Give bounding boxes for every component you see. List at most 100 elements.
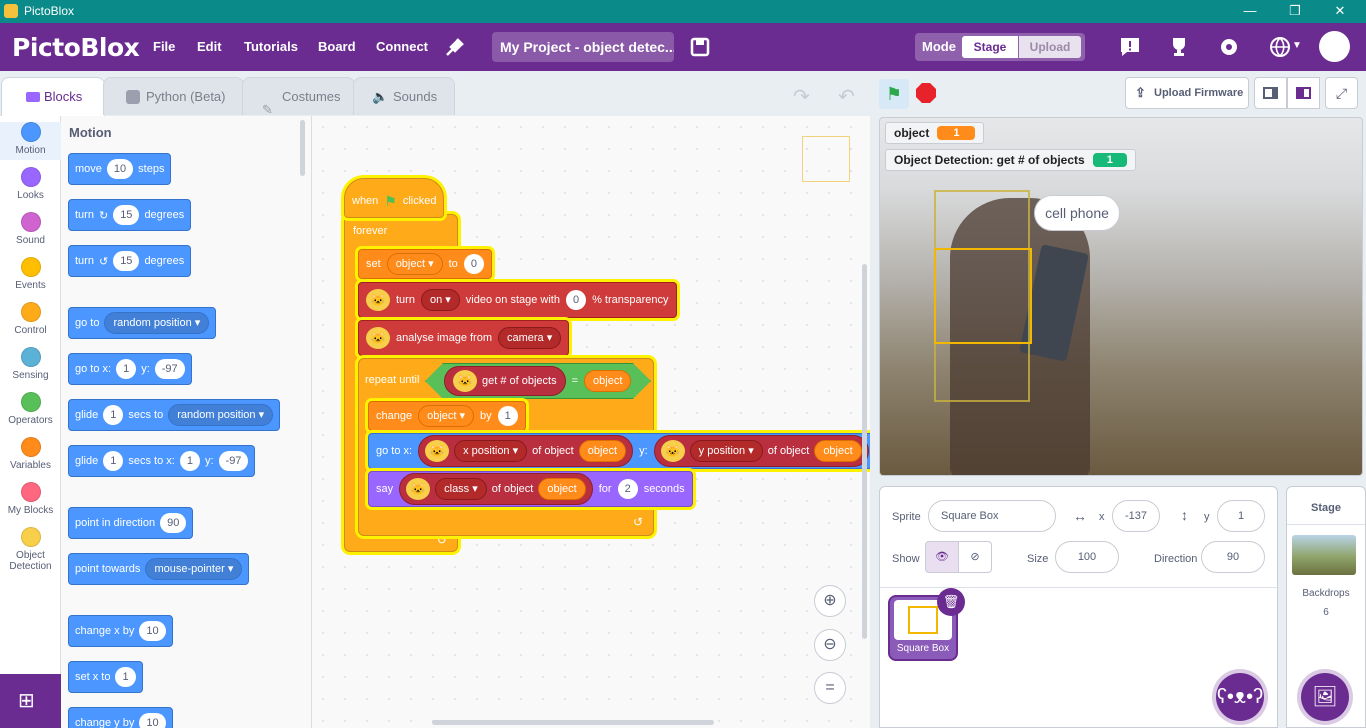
script-horizontal-scrollbar[interactable] [432,720,714,725]
category-events[interactable]: Events [0,257,61,291]
category-motion[interactable]: Motion [0,122,61,160]
sprite-name-input[interactable]: Square Box [928,500,1056,532]
menu-file[interactable]: File [153,39,175,54]
category-looks[interactable]: Looks [0,167,61,201]
category-color-dot [20,122,41,142]
category-label: Variables [10,460,51,471]
tab-sounds[interactable]: 🔈 Sounds [353,77,455,115]
small-stage-button[interactable] [1254,77,1287,109]
normal-stage-button[interactable] [1287,77,1320,109]
object-detection-icon: 🐱 [366,289,390,311]
zoom-out-button[interactable]: ⊖ [814,629,846,661]
bear-icon: ʕ•ᴥ•ʔ [1216,686,1264,708]
undo-icon[interactable]: ↶ [838,84,855,109]
window-title: PictoBlox [24,4,75,18]
block-go-to-xy[interactable]: go to x: 1 y: -97 [68,353,192,385]
project-name-field[interactable]: My Project - object detec... [492,32,674,62]
menu-board[interactable]: Board [318,39,356,54]
block-glide-to[interactable]: glide 1 secs to random position ▾ [68,399,281,431]
direction-input[interactable]: 90 [1201,541,1265,573]
equals-operator[interactable]: 🐱 get # of objects = object [425,363,651,399]
object-detection-icon: 🐱 [425,440,450,462]
menu-tutorials[interactable]: Tutorials [244,39,298,54]
maximize-button[interactable]: ❐ [1275,2,1315,20]
x-label: x [1099,511,1105,523]
settings-gear-icon[interactable] [1217,35,1241,59]
block-palette: Motion move 10 steps turn ↻ 15 degrees turn ↺ 1… [61,116,312,728]
tab-blocks[interactable]: Blocks [1,77,105,117]
block-move-steps[interactable]: move 10 steps [68,153,172,185]
block-set-x[interactable]: set x to 1 [68,661,143,693]
variable-dropdown: object ▾ [386,253,443,275]
x-position-input[interactable]: -137 [1112,500,1160,532]
go-to-xy-block[interactable]: go to x: 🐱 x position ▾ of object object… [368,433,870,469]
upload-icon: ⇪ [1135,85,1146,100]
fullscreen-icon[interactable]: ⤢ [1325,77,1358,109]
mode-upload-button[interactable]: Upload [1019,36,1081,58]
category-variables[interactable]: Variables [0,437,61,471]
add-backdrop-button[interactable]: 🖼 [1301,673,1349,721]
close-button[interactable]: ✕ [1320,2,1360,20]
delete-sprite-icon[interactable]: 🗑 [937,588,965,616]
chevron-down-icon[interactable]: ▼ [1292,40,1302,51]
block-point-towards[interactable]: point towards mouse-pointer ▾ [68,553,250,585]
feedback-icon[interactable] [1118,35,1142,59]
category-operators[interactable]: Operators [0,392,61,426]
stage-canvas[interactable]: object 1 Object Detection: get # of objec… [879,117,1363,476]
palette-scrollbar[interactable] [300,120,305,176]
menu-edit[interactable]: Edit [197,39,222,54]
show-visible-button[interactable]: 👁 [925,541,959,573]
blocks-icon [26,92,40,102]
block-glide-to-xy[interactable]: glide 1 secs to x: 1 y: -97 [68,445,256,477]
plug-icon[interactable] [443,35,467,59]
add-extension-button[interactable]: ⊞ [0,674,61,728]
change-variable-block[interactable]: change object ▾ by 1 [368,401,526,431]
block-change-x[interactable]: change x by 10 [68,615,173,647]
block-turn-counterclockwise[interactable]: turn ↺ 15 degrees [68,245,192,277]
trophy-icon[interactable] [1167,35,1191,59]
zoom-reset-button[interactable]: = [814,672,846,704]
script-vertical-scrollbar[interactable] [862,264,867,639]
say-for-seconds-block[interactable]: say 🐱 class ▾ of object object for 2 sec… [368,471,693,507]
script-area[interactable]: forever ↺ when ⚑ clicked set object ▾ to… [312,116,870,728]
green-flag-button[interactable]: ⚑ [879,79,909,109]
tab-costumes[interactable]: ✎ Costumes [242,77,355,117]
category-control[interactable]: Control [0,302,61,336]
upload-firmware-button[interactable]: ⇪ Upload Firmware [1125,77,1249,109]
category-sound[interactable]: Sound [0,212,61,246]
sprite-info-panel: Sprite Square Box ↔ x -137 ↕ y 1 Show 👁 … [879,486,1279,728]
show-hidden-button[interactable]: ⊘ [958,541,992,573]
tab-python-label: Python (Beta) [146,89,226,104]
set-variable-block[interactable]: set object ▾ to 0 [358,249,492,279]
y-position-input[interactable]: 1 [1217,500,1265,532]
save-icon[interactable] [688,35,712,59]
category-my-blocks[interactable]: My Blocks [0,482,61,516]
category-label: Sound [16,235,45,246]
loop-arrow-icon: ↺ [633,515,644,529]
language-globe-icon[interactable] [1268,35,1292,59]
zoom-in-button[interactable]: ⊕ [814,585,846,617]
object-detection-icon: 🐱 [366,327,390,349]
menu-connect[interactable]: Connect [376,39,428,54]
mode-stage-button[interactable]: Stage [962,36,1018,58]
mode-label: Mode [922,39,956,54]
stop-button[interactable] [916,83,936,103]
when-flag-clicked-block[interactable]: when ⚑ clicked [344,178,444,218]
block-turn-clockwise[interactable]: turn ↻ 15 degrees [68,199,192,231]
user-avatar[interactable] [1319,31,1350,62]
block-point-in-direction[interactable]: point in direction 90 [68,507,194,539]
block-change-y[interactable]: change y by 10 [68,707,173,728]
size-input[interactable]: 100 [1055,541,1119,573]
category-object-detection[interactable]: Object Detection [0,527,61,572]
tab-python[interactable]: Python (Beta) [103,77,244,115]
add-sprite-button[interactable]: ʕ•ᴥ•ʔ [1216,673,1264,721]
category-sensing[interactable]: Sensing [0,347,61,381]
turn-video-block[interactable]: 🐱 turn on ▾ video on stage with 0 % tran… [358,282,677,318]
y-position-reporter: 🐱 y position ▾ of object object [653,435,869,467]
analyse-image-block[interactable]: 🐱 analyse image from camera ▾ [358,320,570,356]
minimize-button[interactable]: — [1230,2,1270,20]
backdrop-thumbnail[interactable] [1292,535,1356,575]
block-go-to[interactable]: go to random position ▾ [68,307,217,339]
redo-icon[interactable]: ↷ [793,84,810,109]
stage-selector[interactable]: Stage Backdrops 6 🖼 [1286,486,1366,728]
